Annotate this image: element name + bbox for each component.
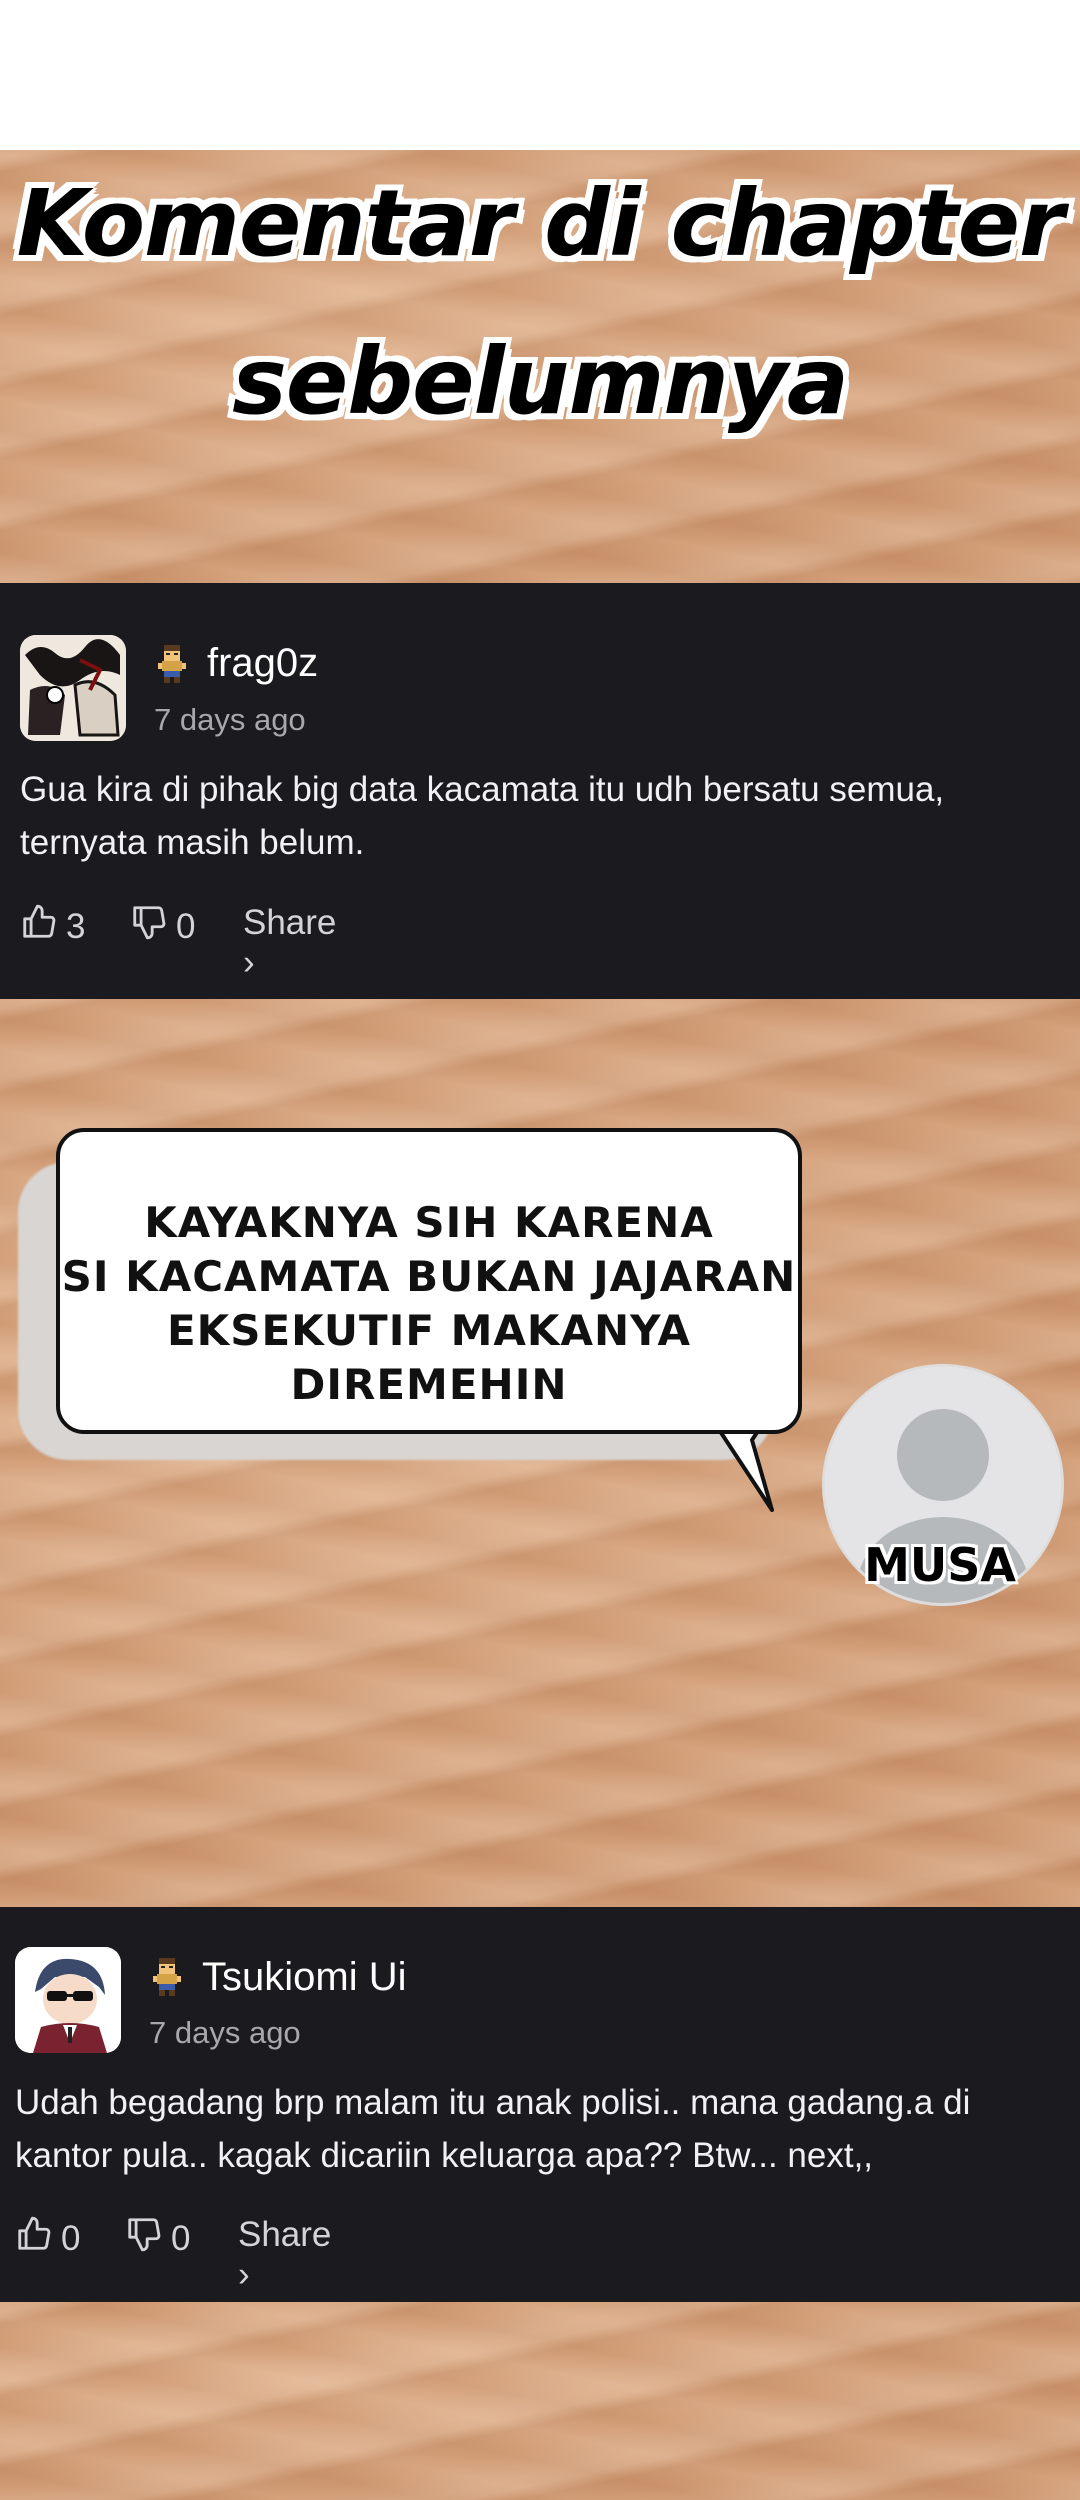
comment-body-line: Gua kira di pihak big data kacamata itu …	[20, 770, 945, 809]
speech-line: KAYAKNYA SIH KARENA	[144, 1198, 714, 1247]
comment-body: Gua kira di pihak big data kacamata itu …	[20, 763, 1060, 869]
dislike-count: 0	[176, 906, 196, 946]
share-button[interactable]: Share ›	[238, 2215, 331, 2295]
comment-body-line: Udah begadang brp malam itu anak polisi.…	[15, 2083, 971, 2122]
thumbs-up-icon	[20, 903, 66, 950]
comment-body-line: kantor pula.. kagak dicariin keluarga ap…	[15, 2136, 874, 2175]
banner-title-line2: sebelumnya	[232, 328, 849, 435]
manga-panel-bottom	[0, 2302, 1080, 2500]
dislike-button[interactable]: 0	[125, 2215, 190, 2262]
pixel-character-icon	[153, 1958, 181, 1996]
like-button[interactable]: 3	[20, 903, 85, 950]
comment-username[interactable]: Tsukiomi Ui	[202, 1955, 406, 2000]
speaker-name: MUSA	[864, 1538, 1016, 1592]
speech-line: SI KACAMATA BUKAN JAJARAN	[61, 1252, 797, 1301]
speech-text: KAYAKNYA SIH KARENA SI KACAMATA BUKAN JA…	[60, 1196, 798, 1412]
thumbs-up-icon	[15, 2215, 61, 2262]
comment-timestamp: 7 days ago	[149, 2015, 301, 2050]
comment-timestamp: 7 days ago	[154, 702, 306, 737]
share-button[interactable]: Share ›	[243, 903, 336, 983]
banner-title-line1: Komentar di chapter	[16, 170, 1065, 277]
comment-username[interactable]: frag0z	[207, 641, 318, 686]
pixel-character-icon	[158, 645, 186, 683]
dislike-count: 0	[171, 2218, 191, 2258]
speech-line: EKSEKUTIF MAKANYA DIREMEHIN	[166, 1306, 692, 1409]
banner-background: Komentar di chapter sebelumnya	[0, 150, 1080, 583]
avatar[interactable]	[15, 1947, 121, 2053]
like-button[interactable]: 0	[15, 2215, 80, 2262]
thumbs-down-icon	[125, 2215, 171, 2262]
comment-body: Udah begadang brp malam itu anak polisi.…	[15, 2076, 1055, 2182]
like-count: 0	[61, 2218, 81, 2258]
comment-card: frag0z 7 days ago Gua kira di pihak big …	[0, 583, 1080, 999]
like-count: 3	[66, 906, 86, 946]
comment-body-line: ternyata masih belum.	[20, 823, 365, 862]
thumbs-down-icon	[130, 903, 176, 950]
dislike-button[interactable]: 0	[130, 903, 195, 950]
comment-card: Tsukiomi Ui 7 days ago Udah begadang brp…	[0, 1907, 1080, 2302]
avatar[interactable]	[20, 635, 126, 741]
